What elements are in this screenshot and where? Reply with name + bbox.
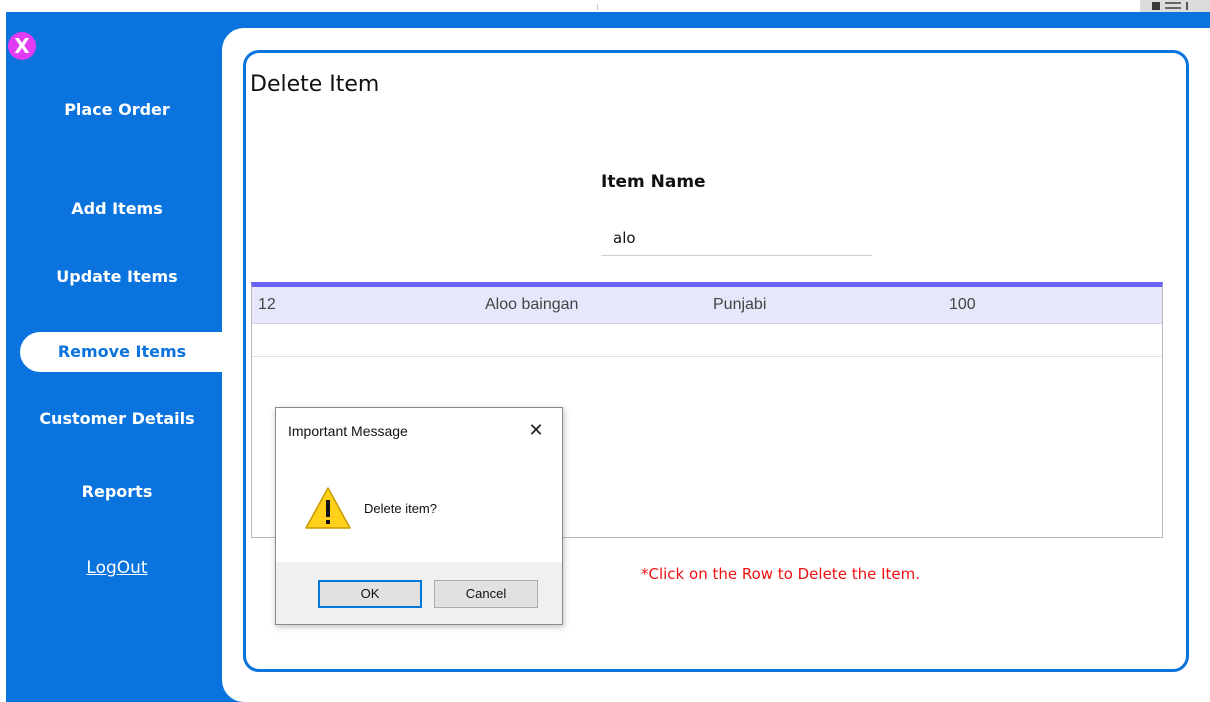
sidebar-item-customer-details[interactable]: Customer Details [12, 399, 222, 439]
dialog-close-icon[interactable]: ✕ [520, 416, 552, 446]
dialog-message: Delete item? [364, 501, 437, 516]
ok-button[interactable]: OK [318, 580, 422, 608]
dialog-footer: OK Cancel [276, 562, 562, 624]
item-name-label: Item Name [601, 172, 706, 192]
background-window-icon [1165, 2, 1181, 9]
delete-hint-text: *Click on the Row to Delete the Item. [641, 565, 920, 583]
table-row[interactable]: 12 Aloo baingan Punjabi 100 [252, 287, 1162, 324]
table-cell-id: 12 [258, 296, 276, 313]
close-app-button[interactable]: X [8, 32, 36, 60]
sidebar-item-add-items[interactable]: Add Items [12, 189, 222, 229]
top-strip [0, 0, 1210, 12]
sidebar-item-update-items[interactable]: Update Items [12, 257, 222, 297]
table-cell-name: Aloo baingan [485, 296, 579, 313]
sidebar-item-reports[interactable]: Reports [12, 472, 222, 512]
page-title: Delete Item [250, 72, 380, 97]
sidebar-item-place-order[interactable]: Place Order [12, 90, 222, 130]
table-row-empty [252, 323, 1162, 357]
background-window-icon [1186, 2, 1208, 10]
sidebar-item-remove-items[interactable]: Remove Items [20, 332, 224, 372]
cancel-button[interactable]: Cancel [434, 580, 538, 608]
logout-link[interactable]: LogOut [12, 548, 222, 588]
confirm-dialog: Important Message ✕ Delete item? OK Canc… [275, 407, 563, 625]
item-name-input[interactable] [601, 220, 872, 256]
table-cell-price: 100 [949, 296, 976, 313]
divider [597, 4, 598, 10]
table-cell-category: Punjabi [713, 296, 767, 313]
background-window-icon [1152, 2, 1160, 10]
dialog-title: Important Message [288, 423, 408, 439]
warning-icon [305, 487, 351, 529]
